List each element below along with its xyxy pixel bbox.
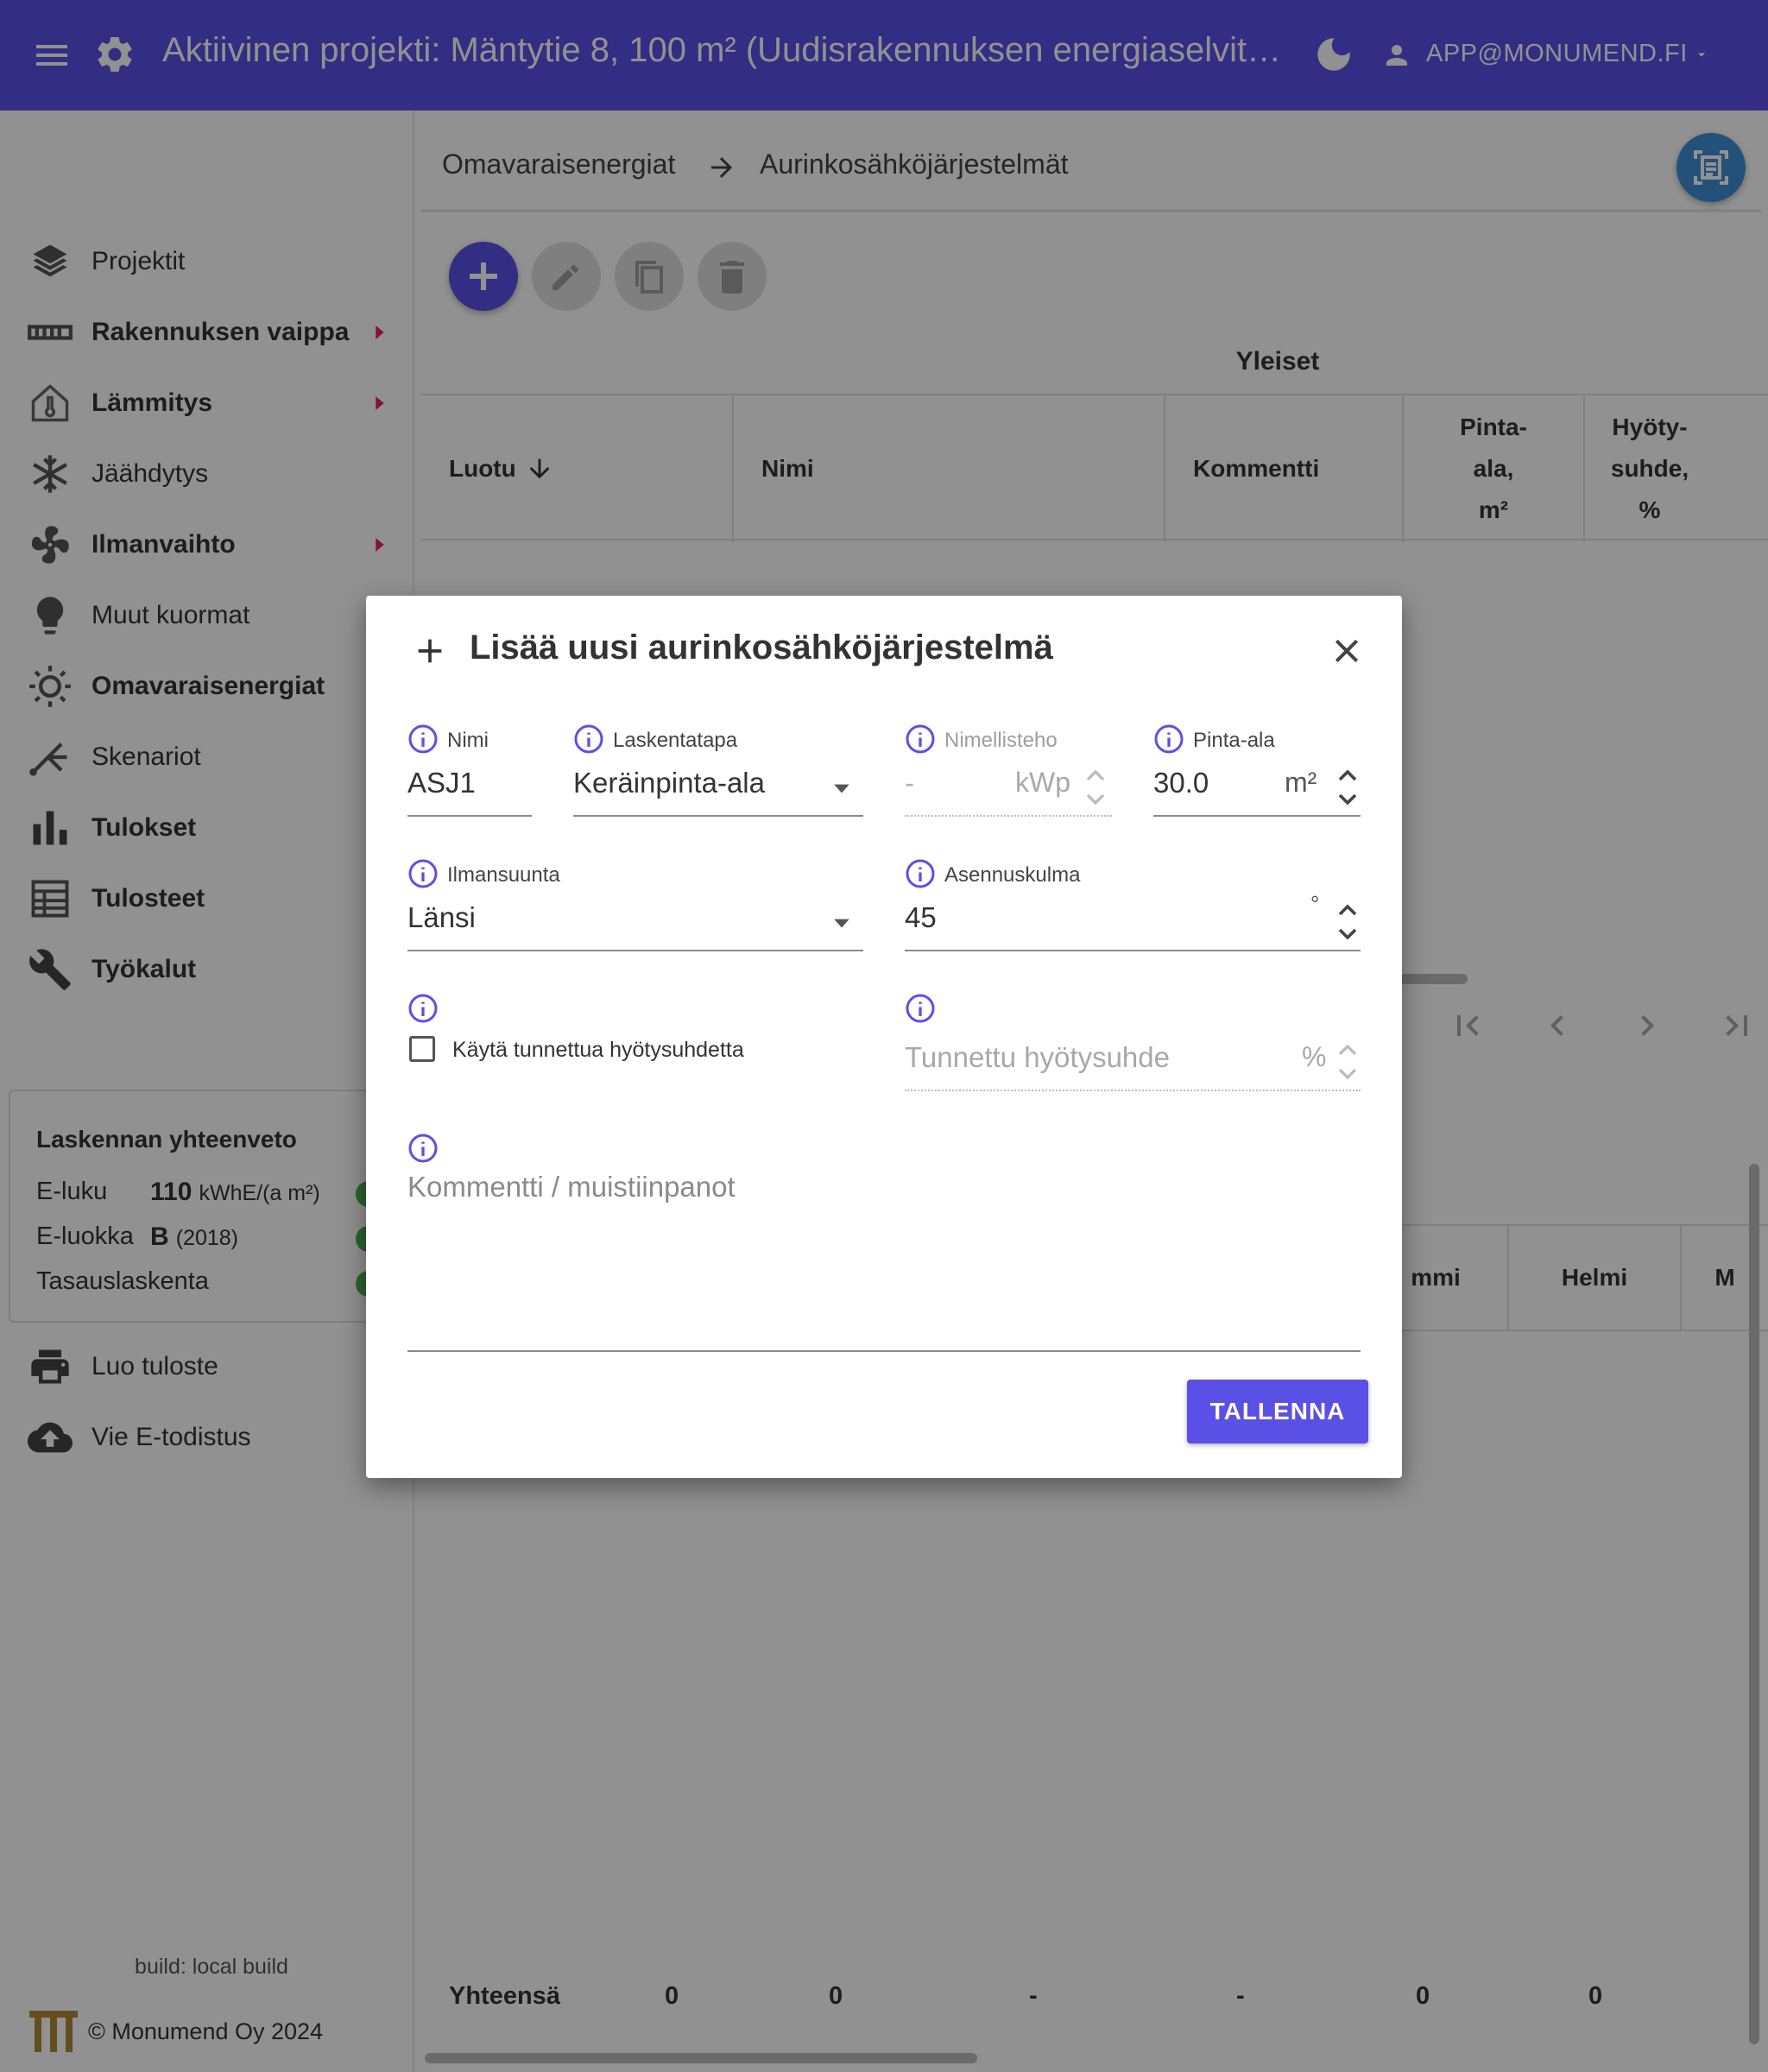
input-underline <box>905 815 1112 817</box>
input-underline <box>905 950 1361 951</box>
number-stepper-icon[interactable] <box>1335 1036 1361 1088</box>
name-input[interactable]: ASJ1 <box>407 767 476 799</box>
area-label: Pinta-ala <box>1193 729 1275 752</box>
nominal-power-unit: kWp <box>1015 767 1070 798</box>
save-button[interactable]: TALLENNA <box>1187 1380 1368 1443</box>
info-icon[interactable] <box>573 723 604 755</box>
known-efficiency-placeholder[interactable]: Tunnettu hyötysuhde <box>905 1041 1170 1074</box>
input-underline <box>905 1090 1361 1091</box>
area-field[interactable]: Pinta-ala 30.0 m² <box>1153 723 1361 818</box>
nominal-power-input[interactable]: - <box>905 767 914 799</box>
orientation-value[interactable]: Länsi <box>407 901 476 934</box>
input-underline <box>1153 815 1361 817</box>
known-efficiency-field[interactable]: Tunnettu hyötysuhde % <box>905 993 1361 1093</box>
name-field[interactable]: Nimi ASJ1 <box>407 723 532 818</box>
input-underline <box>573 815 863 817</box>
info-icon[interactable] <box>407 723 439 755</box>
close-icon[interactable] <box>1329 634 1364 668</box>
installation-angle-label: Asennuskulma <box>944 863 1081 887</box>
nominal-power-label: Nimellisteho <box>944 729 1058 752</box>
orientation-label: Ilmansuunta <box>447 863 560 887</box>
add-solar-system-dialog: Lisää uusi aurinkosähköjärjestelmä Nimi … <box>366 596 1402 1478</box>
area-input[interactable]: 30.0 <box>1153 767 1209 799</box>
comment-placeholder: Kommentti / muistiinpanot <box>407 1171 736 1203</box>
area-unit: m² <box>1285 767 1317 798</box>
info-icon[interactable] <box>407 858 439 889</box>
calculation-method-label: Laskentatapa <box>613 729 738 752</box>
info-icon[interactable] <box>407 993 439 1024</box>
info-icon[interactable] <box>905 993 936 1024</box>
dialog-title: Lisää uusi aurinkosähköjärjestelmä <box>470 629 1053 666</box>
info-icon[interactable] <box>905 858 936 889</box>
calculation-method-value[interactable]: Keräinpinta-ala <box>573 767 765 799</box>
dropdown-caret-icon[interactable] <box>832 782 851 794</box>
known-efficiency-unit: % <box>1302 1041 1327 1072</box>
info-icon[interactable] <box>407 1133 439 1164</box>
orientation-select[interactable]: Ilmansuunta Länsi <box>407 858 863 953</box>
installation-angle-field[interactable]: Asennuskulma 45 ° <box>905 858 1361 953</box>
name-label: Nimi <box>447 729 489 752</box>
installation-angle-unit: ° <box>1310 891 1320 917</box>
info-icon[interactable] <box>1153 723 1184 755</box>
input-underline <box>407 815 532 817</box>
installation-angle-input[interactable]: 45 <box>905 901 937 934</box>
dropdown-caret-icon[interactable] <box>832 917 851 929</box>
plus-icon <box>418 639 442 663</box>
use-known-efficiency-label[interactable]: Käytä tunnettua hyötysuhdetta <box>452 1038 744 1063</box>
nominal-power-field[interactable]: Nimellisteho - kWp <box>905 723 1112 818</box>
info-icon[interactable] <box>905 723 936 755</box>
calculation-method-select[interactable]: Laskentatapa Keräinpinta-ala <box>573 723 863 818</box>
comment-textarea[interactable]: Kommentti / muistiinpanot <box>407 1171 1361 1352</box>
number-stepper-icon[interactable] <box>1335 896 1361 948</box>
input-underline <box>407 950 863 951</box>
use-known-efficiency-checkbox[interactable] <box>409 1036 435 1062</box>
number-stepper-icon[interactable] <box>1335 761 1361 813</box>
number-stepper-icon[interactable] <box>1083 761 1108 813</box>
